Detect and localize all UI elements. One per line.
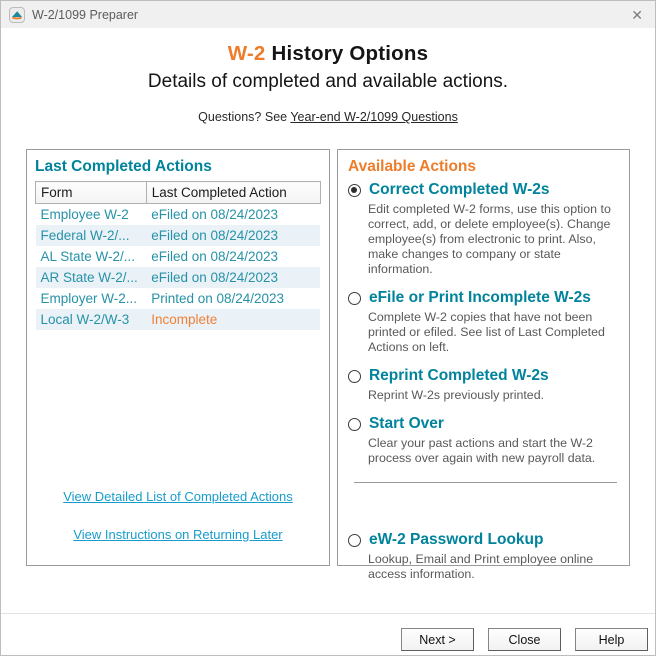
radio-option-description: Edit completed W-2 forms, use this optio… — [368, 202, 619, 277]
radio-option[interactable]: eFile or Print Incomplete W-2s Complete W… — [348, 289, 619, 355]
table-row[interactable]: Employee W-2eFiled on 08/24/2023 — [36, 204, 321, 226]
title-bar: W-2/1099 Preparer ✕ — [1, 1, 655, 28]
radio-unselected-icon[interactable] — [348, 418, 361, 431]
radio-option[interactable]: Correct Completed W-2s Edit completed W-2… — [348, 181, 619, 277]
radio-option-label[interactable]: Reprint Completed W-2s — [369, 367, 549, 385]
action-cell: eFiled on 08/24/2023 — [146, 267, 320, 288]
form-cell: Local W-2/W-3 — [36, 309, 147, 330]
table-header-row: Form Last Completed Action — [36, 182, 321, 204]
form-cell: Employer W-2... — [36, 288, 147, 309]
help-button[interactable]: Help — [575, 628, 648, 651]
window-title: W-2/1099 Preparer — [32, 8, 138, 22]
last-completed-actions-heading: Last Completed Actions — [35, 158, 321, 176]
view-detailed-list-link[interactable]: View Detailed List of Completed Actions — [63, 489, 293, 504]
radio-option[interactable]: eW-2 Password Lookup Lookup, Email and Pr… — [348, 531, 619, 582]
page-title: W-2 History Options — [1, 28, 655, 66]
table-row[interactable]: Local W-2/W-3Incomplete — [36, 309, 321, 330]
questions-prefix: Questions? See — [198, 110, 290, 124]
completed-actions-table: Form Last Completed Action Employee W-2e… — [35, 181, 321, 330]
app-logo-icon — [9, 7, 25, 23]
table-row[interactable]: Federal W-2/...eFiled on 08/24/2023 — [36, 225, 321, 246]
action-column-header[interactable]: Last Completed Action — [146, 182, 320, 204]
form-cell: AR State W-2/... — [36, 267, 147, 288]
radio-option-description: Reprint W-2s previously printed. — [368, 388, 619, 403]
close-icon[interactable]: ✕ — [619, 4, 655, 26]
page-subtitle: Details of completed and available actio… — [1, 71, 655, 93]
questions-line: Questions? See Year-end W-2/1099 Questio… — [1, 110, 655, 124]
dialog-header: W-2 History Options Details of completed… — [1, 28, 655, 149]
action-cell: Incomplete — [146, 309, 320, 330]
year-end-questions-link[interactable]: Year-end W-2/1099 Questions — [290, 110, 457, 124]
form-column-header[interactable]: Form — [36, 182, 147, 204]
radio-option-description: Lookup, Email and Print employee online … — [368, 552, 619, 582]
radio-selected-icon[interactable] — [348, 184, 361, 197]
radio-option-description: Clear your past actions and start the W-… — [368, 436, 619, 466]
radio-option-label[interactable]: Start Over — [369, 415, 444, 433]
action-cell: eFiled on 08/24/2023 — [146, 225, 320, 246]
close-button[interactable]: Close — [488, 628, 561, 651]
radio-option-label[interactable]: Correct Completed W-2s — [369, 181, 550, 199]
footer-buttons: Next > Close Help — [1, 614, 655, 651]
radio-option-description: Complete W-2 copies that have not been p… — [368, 310, 619, 355]
last-completed-actions-panel: Last Completed Actions Form Last Complet… — [26, 149, 330, 566]
form-cell: AL State W-2/... — [36, 246, 147, 267]
radio-unselected-icon[interactable] — [348, 370, 361, 383]
form-cell: Federal W-2/... — [36, 225, 147, 246]
table-row[interactable]: AR State W-2/...eFiled on 08/24/2023 — [36, 267, 321, 288]
table-row[interactable]: AL State W-2/...eFiled on 08/24/2023 — [36, 246, 321, 267]
available-actions-list: Correct Completed W-2s Edit completed W-2… — [348, 181, 619, 582]
available-actions-heading: Available Actions — [348, 158, 619, 176]
radio-option-label[interactable]: eW-2 Password Lookup — [369, 531, 544, 549]
radio-option[interactable]: Reprint Completed W-2s Reprint W-2s previ… — [348, 367, 619, 403]
table-row[interactable]: Employer W-2...Printed on 08/24/2023 — [36, 288, 321, 309]
panel-links: View Detailed List of Completed Actions … — [35, 489, 321, 557]
radio-unselected-icon[interactable] — [348, 534, 361, 547]
radio-option-label[interactable]: eFile or Print Incomplete W-2s — [369, 289, 591, 307]
page-title-rest: History Options — [271, 42, 428, 65]
action-cell: Printed on 08/24/2023 — [146, 288, 320, 309]
w2-1099-preparer-window: W-2/1099 Preparer ✕ W-2 History Options … — [0, 0, 656, 656]
action-cell: eFiled on 08/24/2023 — [146, 204, 320, 226]
available-actions-panel: Available Actions Correct Completed W-2s… — [337, 149, 630, 566]
content-panels: Last Completed Actions Form Last Complet… — [1, 149, 655, 566]
view-instructions-link[interactable]: View Instructions on Returning Later — [73, 527, 282, 542]
dialog-footer: Next > Close Help — [1, 613, 655, 651]
page-title-accent: W-2 — [228, 42, 266, 65]
radio-unselected-icon[interactable] — [348, 292, 361, 305]
action-cell: eFiled on 08/24/2023 — [146, 246, 320, 267]
radio-option[interactable]: Start Over Clear your past actions and st… — [348, 415, 619, 466]
form-cell: Employee W-2 — [36, 204, 147, 226]
completed-actions-table-body: Employee W-2eFiled on 08/24/2023Federal … — [36, 204, 321, 331]
next-button[interactable]: Next > — [401, 628, 474, 651]
options-divider — [354, 482, 617, 483]
